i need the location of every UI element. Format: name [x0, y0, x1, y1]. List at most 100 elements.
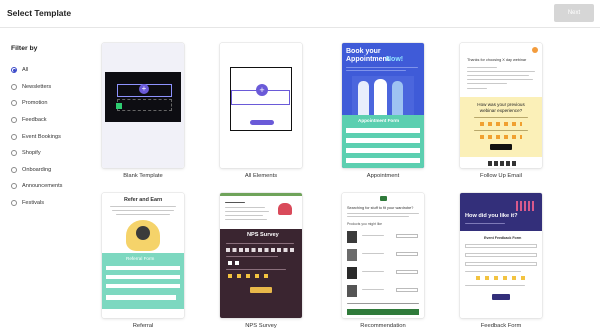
blank-dark-frame [105, 72, 181, 122]
form-field [346, 128, 420, 133]
filter-option-newsletters[interactable]: Newsletters [11, 79, 62, 96]
template-card-recommendation[interactable]: Searching for stuff to fit your wardrobe… [342, 193, 424, 318]
feedback-heading: How did you like it? [465, 213, 518, 219]
appointment-heading-highlight: Now! [386, 56, 404, 63]
quantity-stepper [396, 288, 418, 292]
radio-icon[interactable] [11, 150, 17, 157]
text-line [225, 202, 245, 204]
top-bar: Select Template Next [0, 0, 600, 28]
template-name: Appointment [366, 173, 400, 179]
referral-heading: Refer and Earn [124, 197, 163, 203]
form-field [465, 262, 537, 266]
doctor-figure [374, 79, 387, 115]
green-handle-icon [116, 103, 122, 109]
text-line [225, 219, 267, 221]
decor-dots [516, 201, 536, 211]
text-line [467, 71, 535, 73]
social-icons [488, 161, 516, 166]
filter-option-label: Promotion [22, 100, 48, 107]
filter-option-shopify[interactable]: Shopify [11, 145, 62, 162]
template-card-all-elements[interactable]: + [220, 43, 302, 168]
form-field [346, 158, 420, 163]
quantity-stepper [396, 252, 418, 256]
product-image [347, 285, 357, 297]
form-field [106, 275, 180, 279]
template-name: Feedback Form [480, 323, 522, 329]
template-card-feedback-form[interactable]: How did you like it? Event Feedback Form [460, 193, 542, 318]
emoji-rating [228, 274, 272, 278]
text-line [116, 214, 170, 216]
quantity-stepper [396, 234, 418, 238]
followup-question: How was your previous webinar experience… [477, 102, 525, 113]
radio-icon[interactable] [11, 117, 17, 124]
filter-option-feedback[interactable]: Feedback [11, 112, 62, 129]
doctor-figure [392, 81, 403, 115]
next-button[interactable]: Next [554, 4, 594, 22]
blank-row-outline [117, 99, 172, 111]
template-card-nps-survey[interactable]: NPS Survey [220, 193, 302, 318]
template-name: All Elements [244, 173, 278, 179]
submit-button [492, 294, 510, 300]
filter-option-label: All [22, 67, 29, 74]
filter-option-announcements[interactable]: Announcements [11, 178, 62, 195]
text-line [362, 253, 384, 255]
appointment-heading: Appointment [346, 56, 390, 63]
radio-icon[interactable] [11, 100, 17, 107]
filter-option-label: Feedback [22, 117, 47, 124]
text-line [226, 243, 294, 245]
text-line [346, 70, 406, 72]
text-line [362, 235, 384, 237]
doctor-figure [358, 81, 369, 115]
product-image [347, 231, 357, 243]
page-title: Select Template [7, 8, 72, 18]
text-line [465, 285, 525, 287]
template-card-referral[interactable]: Refer and Earn Referral Form [102, 193, 184, 318]
filter-title: Filter by [11, 45, 38, 52]
emoji-rating [476, 276, 526, 280]
text-line [467, 83, 507, 85]
filter-option-all[interactable]: All [11, 62, 62, 79]
recommendation-sub: Products you might like [347, 222, 383, 226]
filter-option-label: Newsletters [22, 83, 52, 90]
form-field [346, 138, 420, 143]
recommendation-heading: Searching for stuff to fit your wardrobe… [347, 206, 414, 210]
template-card-blank[interactable]: + [102, 43, 184, 168]
form-field [465, 244, 537, 248]
radio-icon[interactable] [11, 183, 17, 190]
top-bar [220, 193, 302, 196]
radio-icon[interactable] [11, 133, 17, 140]
radio-checked-icon[interactable] [11, 67, 17, 74]
text-line [110, 206, 176, 208]
text-line [226, 269, 286, 271]
template-card-appointment[interactable]: Book your Appointment Now! Appointment F… [342, 43, 424, 168]
filter-option-festivals[interactable]: Festivals [11, 195, 62, 212]
header-panel [460, 193, 542, 231]
filter-option-label: Festivals [22, 200, 45, 207]
template-card-follow-up-email[interactable]: Thanks for choosing X day webinar How wa… [460, 43, 542, 168]
text-line [346, 67, 418, 69]
radio-icon[interactable] [11, 166, 17, 173]
radio-icon[interactable] [11, 200, 17, 207]
checkout-button [347, 309, 419, 315]
nps-scale [226, 248, 296, 252]
form-background [102, 253, 184, 309]
nps-title: NPS Survey [247, 232, 279, 238]
text-line [467, 79, 533, 81]
rating-dots [480, 122, 522, 126]
referral-figure [136, 226, 150, 240]
quantity-stepper [396, 270, 418, 274]
filter-list: All Newsletters Promotion Feedback Event… [11, 62, 62, 211]
text-line [467, 67, 497, 69]
template-name: Blank Template [123, 173, 163, 179]
text-line [465, 271, 521, 273]
radio-icon[interactable] [11, 83, 17, 90]
basket-icon [380, 196, 387, 201]
filter-option-promotion[interactable]: Promotion [11, 95, 62, 112]
plus-circle-icon: + [256, 84, 268, 96]
filter-option-event-bookings[interactable]: Event Bookings [11, 128, 62, 145]
appointment-form-title: Appointment Form [358, 118, 400, 123]
filter-option-onboarding[interactable]: Onboarding [11, 162, 62, 179]
text-line [467, 75, 529, 77]
text-line [467, 88, 487, 90]
appointment-heading: Book your [346, 48, 381, 55]
